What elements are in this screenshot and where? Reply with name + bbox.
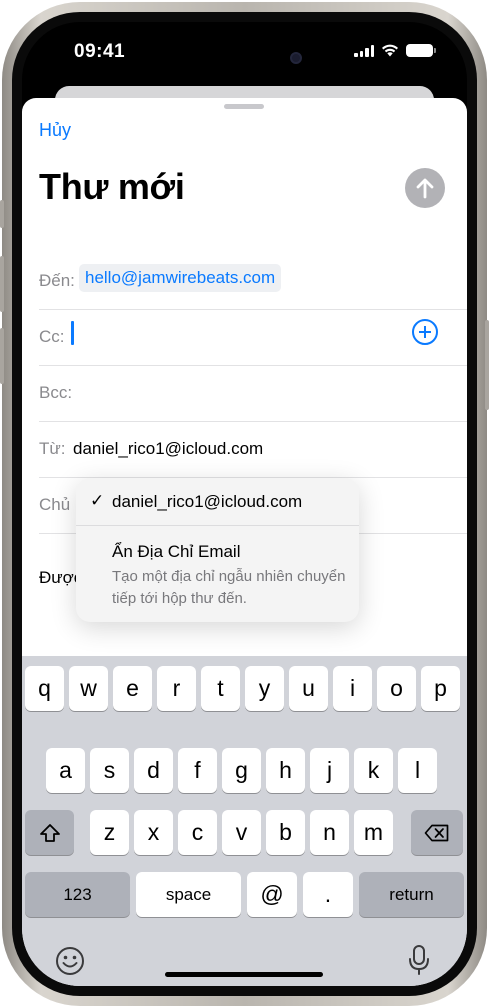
key-x[interactable]: x <box>134 810 173 855</box>
from-value[interactable]: daniel_rico1@icloud.com <box>73 439 263 459</box>
status-bar: 09:41 <box>22 22 467 84</box>
hide-email-title: Ẩn Địa Chỉ Email <box>112 542 241 561</box>
camera-icon <box>290 52 302 64</box>
page-title: Thư mới <box>39 166 185 207</box>
key-p[interactable]: p <box>421 666 460 711</box>
key-a[interactable]: a <box>46 748 85 793</box>
key-c[interactable]: c <box>178 810 217 855</box>
backspace-icon <box>424 824 449 841</box>
status-icons <box>354 44 436 57</box>
space-key[interactable]: space <box>136 872 241 917</box>
screen: 09:41 Hủy Thư mới Đến: hello@jamwirebeat… <box>22 22 467 986</box>
key-j[interactable]: j <box>310 748 349 793</box>
recipient-chip[interactable]: hello@jamwirebeats.com <box>79 264 282 292</box>
bcc-label: Bcc: <box>39 383 73 402</box>
volume-up-button <box>0 256 4 312</box>
emoji-icon[interactable] <box>55 946 85 976</box>
at-key[interactable]: @ <box>247 872 297 917</box>
power-button <box>485 320 489 410</box>
checkmark-icon: ✓ <box>90 491 105 510</box>
battery-icon <box>406 44 436 57</box>
key-y[interactable]: y <box>245 666 284 711</box>
key-i[interactable]: i <box>333 666 372 711</box>
from-field[interactable]: Từ: daniel_rico1@icloud.com <box>39 422 467 478</box>
key-h[interactable]: h <box>266 748 305 793</box>
from-account-menu: ✓ daniel_rico1@icloud.com Ẩn Địa Chỉ Ema… <box>76 478 359 622</box>
key-b[interactable]: b <box>266 810 305 855</box>
action-button <box>0 200 4 228</box>
cc-field[interactable]: Cc: <box>39 310 467 366</box>
home-indicator[interactable] <box>165 972 323 977</box>
wifi-icon <box>382 44 398 57</box>
arrow-up-icon <box>416 178 434 199</box>
menu-item-hide-my-email[interactable]: Ẩn Địa Chỉ Email Tạo một địa chỉ ngẫu nh… <box>76 527 359 622</box>
cc-label: Cc: <box>39 327 65 346</box>
key-z[interactable]: z <box>90 810 129 855</box>
to-field[interactable]: Đến: hello@jamwirebeats.com <box>39 254 467 310</box>
hide-email-description: Tạo một địa chỉ ngẫu nhiên chuyển tiếp t… <box>112 568 346 607</box>
to-label: Đến: <box>39 271 75 290</box>
text-cursor <box>71 321 74 345</box>
key-s[interactable]: s <box>90 748 129 793</box>
key-g[interactable]: g <box>222 748 261 793</box>
status-time: 09:41 <box>74 41 126 62</box>
key-q[interactable]: q <box>25 666 64 711</box>
key-m[interactable]: m <box>354 810 393 855</box>
key-w[interactable]: w <box>69 666 108 711</box>
key-e[interactable]: e <box>113 666 152 711</box>
key-o[interactable]: o <box>377 666 416 711</box>
shift-key[interactable] <box>25 810 74 855</box>
delete-key[interactable] <box>411 810 463 855</box>
from-label: Từ: <box>39 439 66 458</box>
menu-item-account-label: daniel_rico1@icloud.com <box>112 492 303 511</box>
return-key[interactable]: return <box>359 872 464 917</box>
key-l[interactable]: l <box>398 748 437 793</box>
cellular-signal-icon <box>354 44 374 57</box>
period-key[interactable]: . <box>303 872 353 917</box>
subject-label: Chủ <box>39 495 71 514</box>
key-r[interactable]: r <box>157 666 196 711</box>
key-t[interactable]: t <box>201 666 240 711</box>
shift-icon <box>39 823 60 842</box>
sheet-grabber[interactable] <box>224 104 264 109</box>
key-f[interactable]: f <box>178 748 217 793</box>
microphone-icon[interactable] <box>408 944 430 976</box>
menu-item-account[interactable]: ✓ daniel_rico1@icloud.com <box>76 478 359 526</box>
bcc-field[interactable]: Bcc: <box>39 366 467 422</box>
key-k[interactable]: k <box>354 748 393 793</box>
key-d[interactable]: d <box>134 748 173 793</box>
keyboard: q w e r t y u i o p a s d f g h j k l z … <box>22 656 467 986</box>
numbers-key[interactable]: 123 <box>25 872 130 917</box>
cancel-button[interactable]: Hủy <box>39 120 71 141</box>
volume-down-button <box>0 328 4 384</box>
send-button[interactable] <box>405 168 445 208</box>
key-n[interactable]: n <box>310 810 349 855</box>
add-contact-button[interactable] <box>412 319 438 345</box>
key-v[interactable]: v <box>222 810 261 855</box>
key-u[interactable]: u <box>289 666 328 711</box>
